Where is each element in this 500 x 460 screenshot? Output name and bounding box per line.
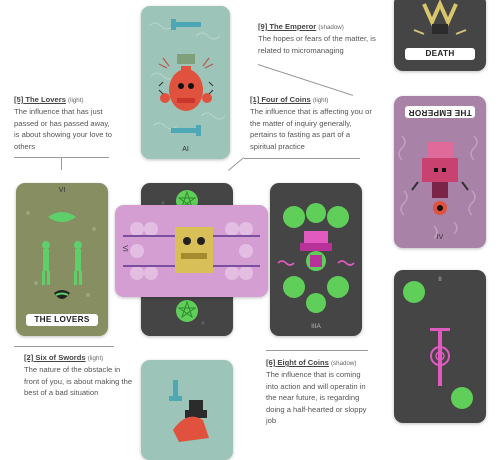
leader-eight-coins [266,350,368,351]
leader-lovers-v [61,157,62,170]
card-emperor[interactable]: THE EMPEROR IV [394,96,486,248]
card-emperor-art [398,135,478,239]
note-lovers-kind: (light) [68,97,84,104]
card-death[interactable]: DEATH [394,0,486,71]
card-bottom-teal[interactable] [141,360,233,460]
card-death-art [413,0,467,35]
note-four-coins: [1] Four of Coins (light) The influence … [250,94,372,152]
card-eight-coins-art [277,203,355,313]
note-four-coins-title[interactable]: [1] Four of Coins [250,95,311,104]
card-right-dark-art [403,281,473,409]
card-bottom-teal-art [169,380,209,442]
card-six-numeral: VI [120,245,128,252]
note-six-swords-text: The nature of the obstacle in front of y… [24,365,133,398]
note-emperor: [9] The Emperor (shadow) The hopes or fe… [258,21,378,56]
card-top-teal-art [148,19,226,136]
card-top-teal[interactable]: AI [141,6,230,159]
card-lovers[interactable]: VI THE LOVERS [16,183,108,336]
note-four-coins-kind: (light) [312,97,329,104]
card-emperor-numeral: IV [436,234,444,241]
card-death-label: DEATH [405,48,475,60]
leader-four-coins [244,158,360,159]
card-eight-numeral: IIIA [311,323,321,330]
note-emperor-title[interactable]: [9] The Emperor [258,22,316,31]
note-emperor-kind: (shadow) [318,24,344,31]
note-eight-coins-title[interactable]: [6] Eight of Coins [266,358,329,367]
card-right-numeral: II [438,276,442,283]
card-six-swords[interactable]: VI [115,205,268,297]
note-lovers-text: The influence that has just passed or ha… [14,107,112,151]
note-lovers: [5] The Lovers (light) The influence tha… [14,94,116,152]
card-top-numeral: AI [182,146,189,153]
note-emperor-text: The hopes or fears of the matter, is rel… [258,34,376,55]
card-lovers-numeral: VI [58,187,66,194]
card-emperor-label: THE EMPEROR [405,106,475,118]
card-six-swords-art [123,222,260,280]
card-right-dark[interactable]: II [394,270,486,423]
note-six-swords-title[interactable]: [2] Six of Swords [24,353,86,362]
note-lovers-title[interactable]: [5] The Lovers [14,95,66,104]
note-eight-coins: [6] Eight of Coins (shadow) The influenc… [266,357,374,426]
note-four-coins-text: The influence that is affecting you or t… [250,107,372,151]
card-eight-coins[interactable]: IIIA [270,183,362,336]
leader-six-swords [14,346,114,347]
card-lovers-label: THE LOVERS [26,314,98,326]
note-six-swords-kind: (light) [87,355,104,362]
note-eight-coins-kind: (shadow) [331,360,357,367]
leader-emperor [257,64,354,96]
note-eight-coins-text: The influence that is coming into action… [266,370,367,426]
leader-four-coins-diag [228,157,244,171]
note-six-swords: [2] Six of Swords (light) The nature of … [24,352,136,399]
